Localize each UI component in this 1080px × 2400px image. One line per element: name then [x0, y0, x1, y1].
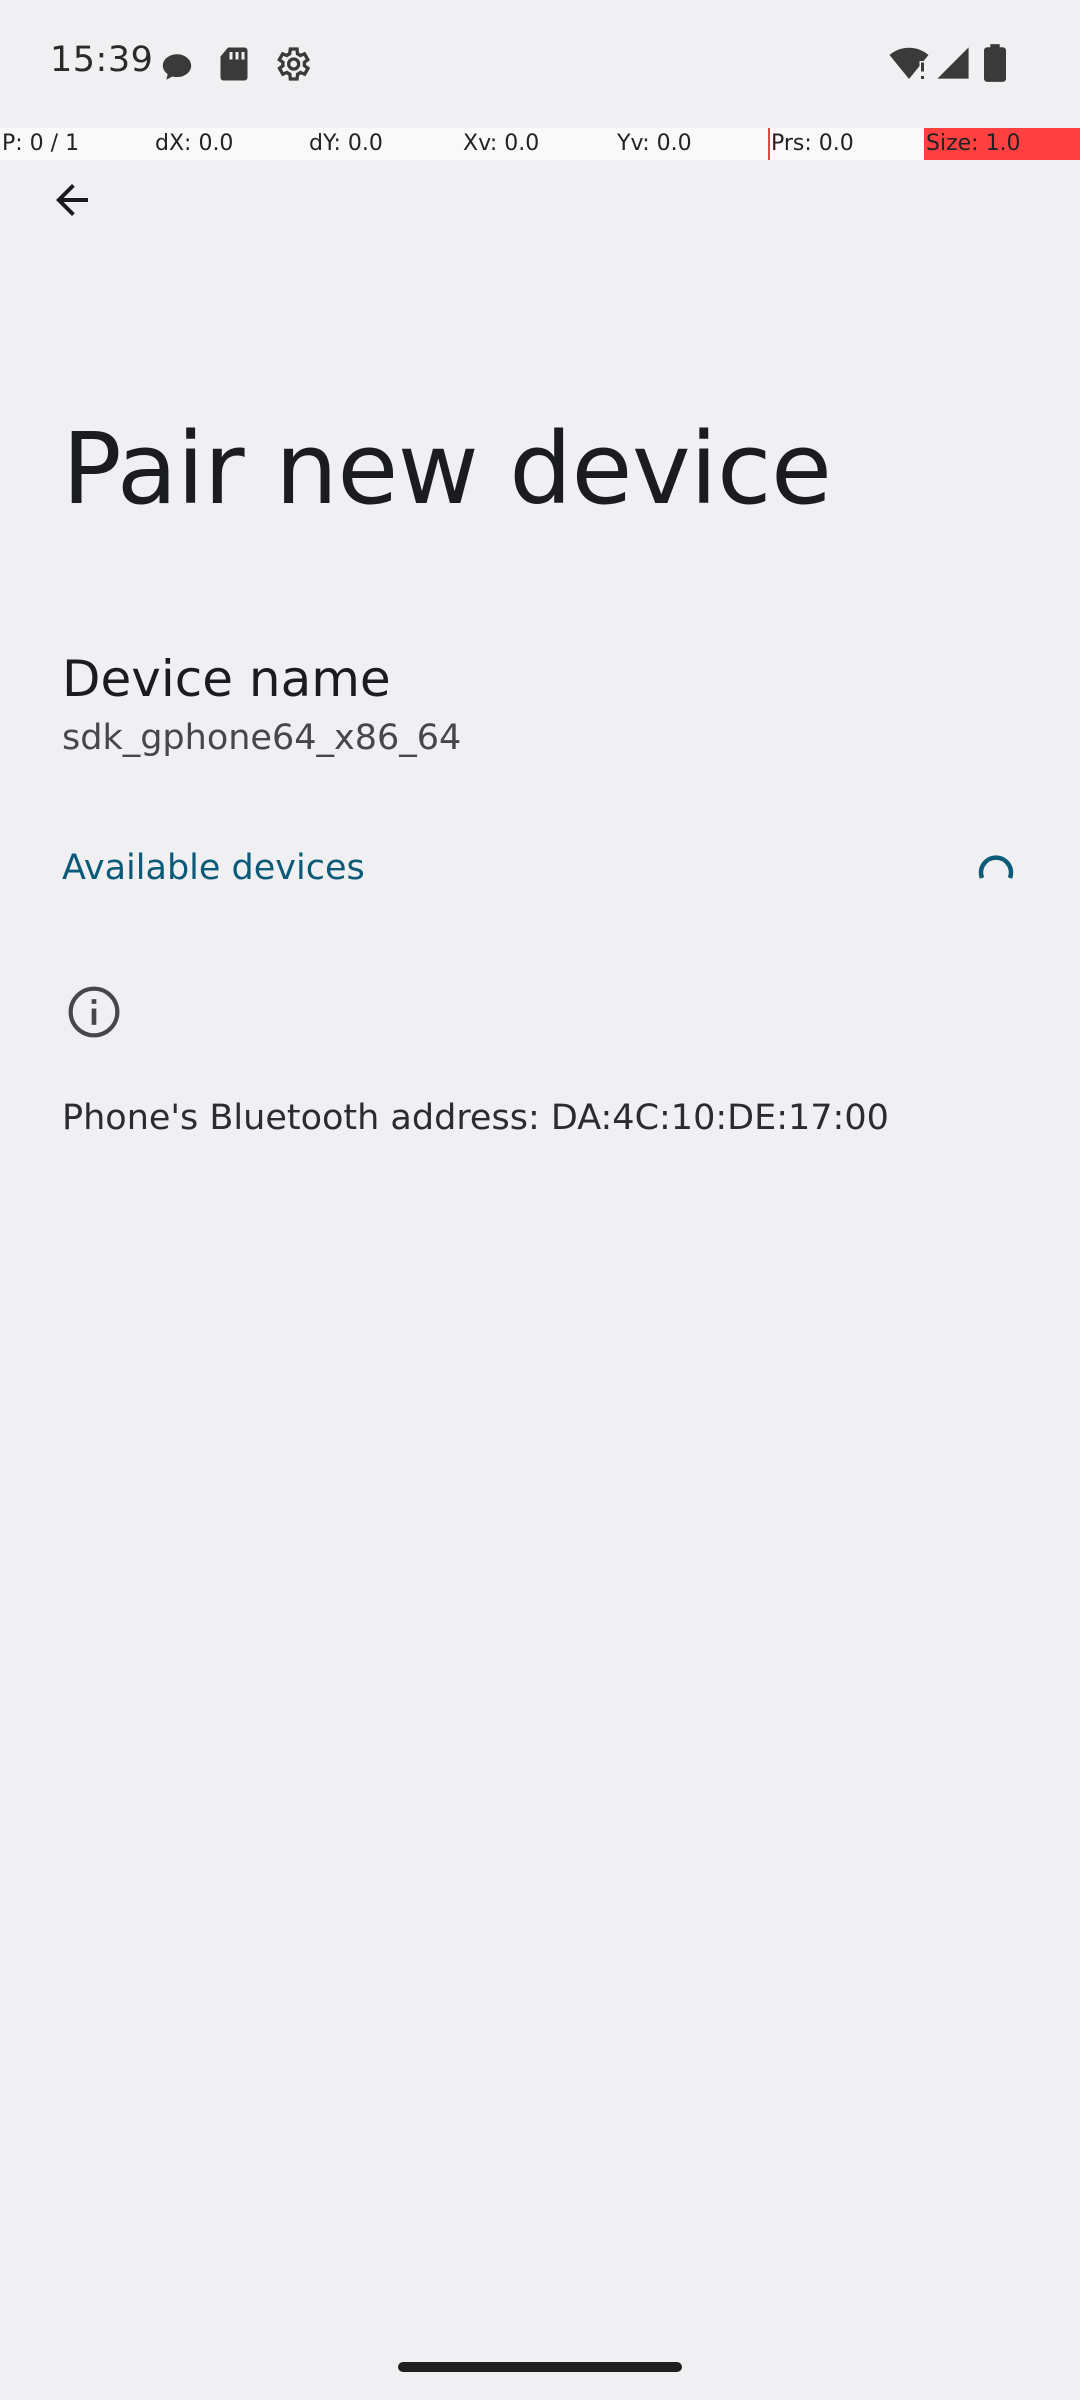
pointer-xv: Xv: 0.0: [463, 131, 540, 156]
pointer-dy: dY: 0.0: [309, 131, 383, 156]
pointer-location-overlay: P: 0 / 1 dX: 0.0 dY: 0.0 Xv: 0.0 Yv: 0.0…: [0, 128, 1080, 160]
arrow-back-icon: [48, 176, 96, 228]
status-time: 15:39: [50, 40, 154, 80]
pointer-yv: Yv: 0.0: [617, 131, 692, 156]
available-devices-header: Available devices: [0, 830, 1080, 910]
status-bar: 15:39: [0, 0, 1080, 126]
back-button[interactable]: [30, 160, 114, 244]
device-name-title: Device name: [62, 650, 391, 708]
gesture-navigation-handle[interactable]: [398, 2362, 682, 2372]
chat-bubble-icon: [160, 50, 194, 88]
pointer-count: P: 0 / 1: [2, 131, 80, 156]
pointer-divider: [768, 128, 770, 160]
available-devices-title: Available devices: [62, 848, 365, 888]
device-name-preference[interactable]: Device name sdk_gphone64_x86_64: [0, 630, 1080, 780]
sd-card-icon: [218, 46, 250, 86]
device-name-value: sdk_gphone64_x86_64: [62, 718, 462, 758]
pointer-dx: dX: 0.0: [155, 131, 234, 156]
info-icon: [66, 984, 122, 1040]
bluetooth-address-text: Phone's Bluetooth address: DA:4C:10:DE:1…: [62, 1098, 889, 1138]
pointer-pressure: Prs: 0.0: [771, 131, 854, 156]
battery-icon: [984, 44, 1006, 86]
pointer-size: Size: 1.0: [926, 131, 1021, 156]
loading-spinner-icon: [976, 854, 1016, 894]
cell-signal-icon: [936, 46, 970, 84]
page-title: Pair new device: [62, 412, 832, 527]
wifi-alert-icon: [888, 46, 930, 86]
settings-gear-icon: [272, 44, 312, 88]
